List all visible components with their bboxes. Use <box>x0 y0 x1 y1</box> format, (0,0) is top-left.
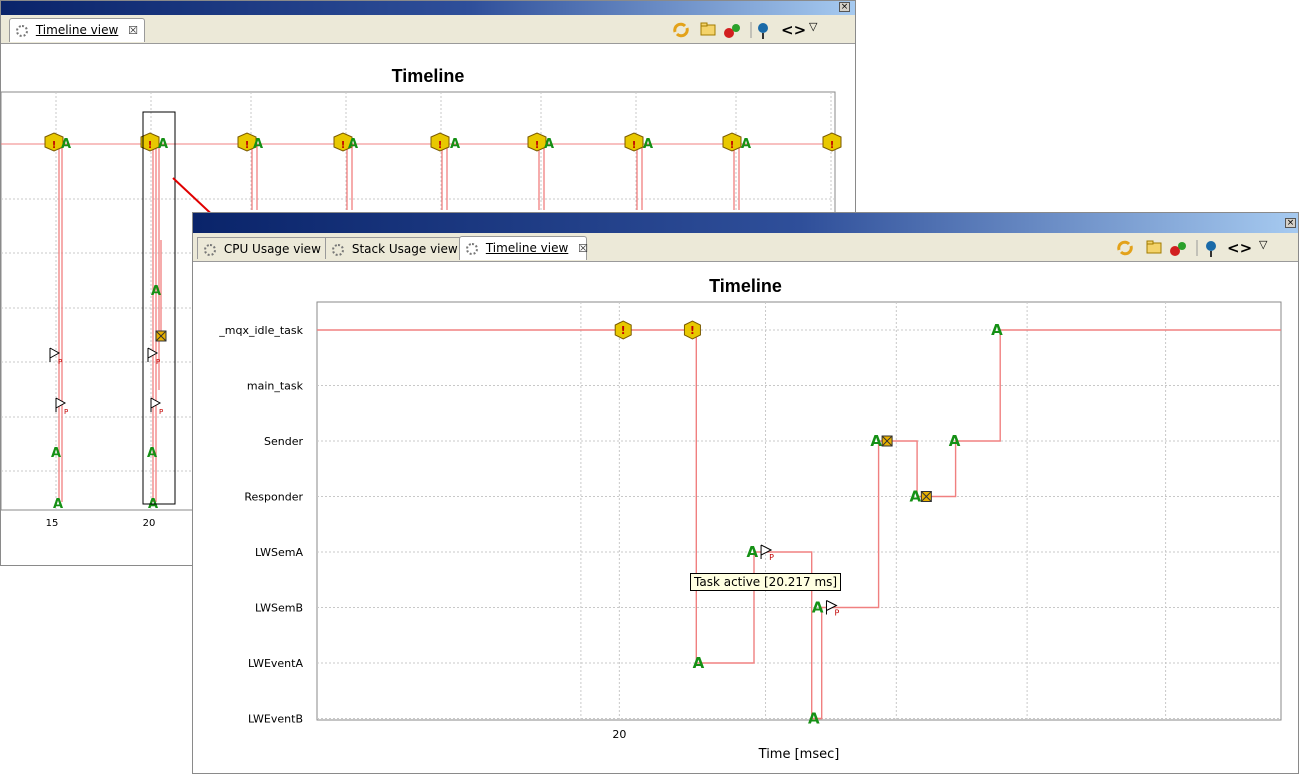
task-active-icon: A <box>348 137 358 152</box>
interrupt-icon: ! <box>722 132 742 152</box>
back-x-tick-15: 15 <box>46 518 59 529</box>
task-label: main_task <box>247 380 304 393</box>
task-active-icon: A <box>450 137 460 152</box>
task-active-marker[interactable]: A <box>812 599 824 617</box>
svg-text:!: ! <box>341 140 346 151</box>
interrupt-icon: ! <box>822 132 842 152</box>
task-label: Sender <box>264 435 303 448</box>
svg-text:P: P <box>64 408 68 416</box>
interrupt-marker[interactable]: ! <box>683 320 701 340</box>
task-active-marker[interactable]: A <box>693 654 705 672</box>
back-flag-markers: P P P P <box>49 347 163 416</box>
svg-text:P: P <box>769 553 774 562</box>
front-tab-bar: CPU Usage view Stack Usage view Timeline… <box>193 233 1298 262</box>
svg-text:!: ! <box>690 324 695 337</box>
front-timeline-chart: _mqx_idle_task main_task Sender Responder LW… <box>218 301 1282 762</box>
view-menu-icon[interactable]: ▽ <box>809 20 818 33</box>
filter-icon[interactable] <box>758 23 768 39</box>
task-active-icon: A <box>741 137 751 152</box>
open-folder-icon[interactable] <box>700 22 716 36</box>
front-content: Timeline _mqx_idle_task main_task Sender Re… <box>193 262 1298 773</box>
svg-text:P: P <box>58 358 62 366</box>
tab-label: Stack Usage view <box>351 242 458 256</box>
svg-text:!: ! <box>438 140 443 151</box>
task-active-marker[interactable]: A <box>949 432 961 450</box>
filter-icon[interactable] <box>1206 241 1216 257</box>
message-marker[interactable] <box>920 491 932 502</box>
task-label: LWSemB <box>255 602 303 615</box>
task-active-marker[interactable]: A <box>870 432 882 450</box>
svg-text:!: ! <box>730 140 735 151</box>
front-window-titlebar[interactable] <box>193 213 1298 233</box>
front-toolbar: <> ▽ <box>1117 238 1268 257</box>
task-active-marker[interactable]: A <box>808 710 820 728</box>
x-tick-label: 20 <box>612 728 626 741</box>
svg-text:!: ! <box>632 140 637 151</box>
svg-text:!: ! <box>535 140 540 151</box>
task-label: LWEventB <box>248 713 303 726</box>
refresh-icon[interactable] <box>673 22 689 38</box>
svg-text:!: ! <box>621 324 626 337</box>
refresh-icon[interactable] <box>1117 240 1133 256</box>
view-menu-icon[interactable]: ▽ <box>1259 238 1268 251</box>
gear-icon <box>332 243 344 256</box>
task-active-icon: A <box>51 446 61 461</box>
tab-label: Timeline view <box>485 241 569 255</box>
interrupt-icon: ! <box>430 132 450 152</box>
task-active-icon: A <box>544 137 554 152</box>
tab-stack-usage-view[interactable]: Stack Usage view <box>325 237 465 259</box>
x-ticks: 20 <box>612 728 626 741</box>
interrupt-marker[interactable]: ! <box>614 320 632 340</box>
task-label: Responder <box>244 491 303 504</box>
tooltip: Task active [20.217 ms] <box>690 573 842 591</box>
code-icon[interactable]: <> <box>781 21 806 39</box>
task-active-icon: A <box>643 137 653 152</box>
open-folder-icon[interactable] <box>1146 240 1162 254</box>
task-label: _mqx_idle_task <box>218 324 303 337</box>
task-active-icon: A <box>53 497 63 512</box>
svg-text:P: P <box>156 358 160 366</box>
tab-label: CPU Usage view <box>223 242 321 256</box>
close-tab-icon[interactable]: ☒ <box>578 242 588 255</box>
task-label: LWSemA <box>255 546 303 559</box>
tasks-icon[interactable] <box>1170 242 1186 256</box>
interrupt-icon: ! <box>624 132 644 152</box>
code-icon[interactable]: <> <box>1227 239 1252 257</box>
tab-cpu-usage-view[interactable]: CPU Usage view <box>197 237 328 259</box>
task-labels: _mqx_idle_task main_task Sender Responder LW… <box>218 324 303 726</box>
task-active-marker[interactable]: A <box>910 488 922 506</box>
svg-text:!: ! <box>830 140 835 151</box>
gear-icon <box>466 242 478 255</box>
x-axis-label: Time [msec] <box>758 747 840 762</box>
front-window-close-icon[interactable]: × <box>1285 218 1296 228</box>
task-active-icon: A <box>147 446 157 461</box>
task-label: LWEventA <box>248 657 304 670</box>
back-x-tick-20: 20 <box>143 518 156 529</box>
gear-icon <box>204 243 216 256</box>
tasks-icon[interactable] <box>724 24 740 38</box>
back-toolbar: <> ▽ <box>673 20 818 39</box>
task-active-marker[interactable]: A <box>746 543 758 561</box>
svg-text:P: P <box>834 609 839 618</box>
plot-frame <box>316 301 1282 721</box>
svg-text:P: P <box>159 408 163 416</box>
front-timeline-window: × CPU Usage view Stack Usage view Timeli… <box>192 212 1299 774</box>
back-window-close-icon[interactable]: × <box>839 2 850 12</box>
tab-timeline-view[interactable]: Timeline view ☒ <box>459 236 588 260</box>
back-message-marker <box>155 330 167 342</box>
task-active-marker[interactable]: A <box>991 321 1003 339</box>
message-marker[interactable] <box>881 435 893 447</box>
